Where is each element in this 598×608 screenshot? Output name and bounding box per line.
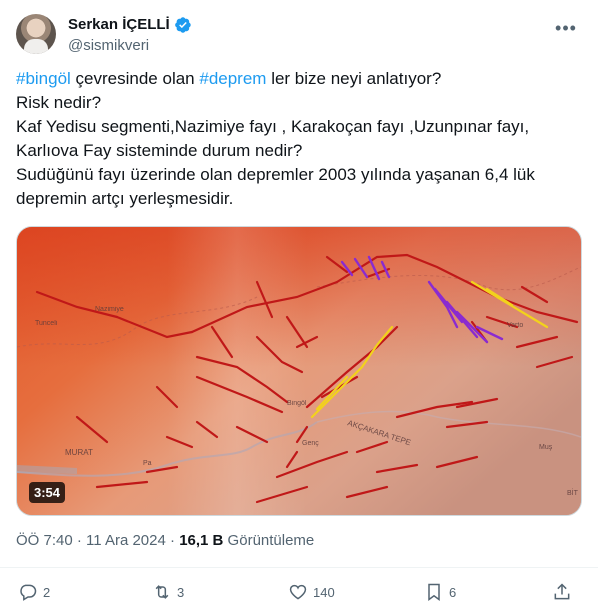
- tweet-text-line: Sudüğünü fayı üzerinde olan depremler 20…: [16, 163, 576, 187]
- like-count: 140: [313, 584, 335, 600]
- author-name-line[interactable]: Serkan İÇELLİ: [68, 16, 192, 34]
- reply-count: 2: [43, 584, 51, 600]
- map-label: Muş: [539, 444, 553, 451]
- more-options-button[interactable]: •••: [552, 18, 580, 38]
- meta-separator: ·: [165, 532, 180, 549]
- avatar[interactable]: [16, 14, 56, 54]
- view-count: 16,1 B: [179, 532, 224, 549]
- tweet-text-segment: depremin artçı yerleşmesidir.: [16, 189, 234, 208]
- verified-badge-icon: [174, 17, 191, 33]
- divider: [0, 567, 598, 568]
- map-label: Pa: [143, 460, 152, 467]
- author-name[interactable]: Serkan İÇELLİ: [68, 16, 170, 34]
- repost-count: 3: [177, 584, 185, 600]
- bookmark-button[interactable]: 6: [424, 580, 456, 604]
- map-label: Tunceli: [35, 320, 58, 327]
- map-label: MURAT: [65, 448, 93, 457]
- tweet-text-segment: çevresinde olan: [70, 69, 200, 88]
- share-button[interactable]: [552, 580, 572, 604]
- tweet-text: #bingöl çevresinde olan #deprem ler bize…: [16, 67, 576, 211]
- map-label: Genç: [302, 440, 319, 447]
- share-icon: [554, 583, 570, 600]
- repost-icon: [155, 585, 169, 599]
- bookmark-icon: [428, 583, 440, 601]
- tweet-text-line: depremin artçı yerleşmesidir.: [16, 187, 576, 211]
- tweet-date[interactable]: 11 Ara 2024: [86, 532, 166, 549]
- tweet-text-line: Risk nedir?: [16, 91, 576, 115]
- tweet-text-segment: Kaf Yedisu segmenti,Nazimiye fayı , Kara…: [16, 117, 530, 136]
- heart-icon: [289, 584, 307, 600]
- tweet-text-segment: Sudüğünü fayı üzerinde olan depremler 20…: [16, 165, 535, 184]
- tweet-text-segment: ler bize neyi anlatıyor?: [266, 69, 442, 88]
- like-button[interactable]: 140: [288, 580, 335, 604]
- tweet-metadata: ÖÖ 7:40 · 11 Ara 2024 · 16,1 B Görüntüle…: [16, 532, 314, 550]
- reply-button[interactable]: 2: [18, 580, 50, 604]
- tweet-text-line: #bingöl çevresinde olan #deprem ler bize…: [16, 67, 576, 91]
- map-label: BİT: [567, 488, 579, 497]
- tweet-text-line: Karlıova Fay sisteminde durum nedir?: [16, 139, 576, 163]
- reply-icon: [20, 584, 37, 601]
- author-handle[interactable]: @sismikveri: [68, 37, 149, 55]
- meta-separator: ·: [72, 532, 87, 549]
- tweet-media-video[interactable]: Nazimiye Tunceli Varto Bingöl Genç AKÇAKARA T…: [16, 226, 582, 516]
- hashtag-link[interactable]: #deprem: [199, 69, 266, 88]
- map-label: Bingöl: [287, 400, 307, 407]
- map-label: Nazimiye: [95, 306, 124, 313]
- video-duration-badge: 3:54: [29, 482, 66, 503]
- map-label: Varto: [507, 322, 523, 329]
- repost-button[interactable]: 3: [152, 580, 184, 604]
- tweet-actions: 2 3 140 6: [16, 580, 582, 604]
- tweet-text-segment: Risk nedir?: [16, 93, 102, 112]
- tweet-text-line: Kaf Yedisu segmenti,Nazimiye fayı , Kara…: [16, 115, 576, 139]
- tweet-time[interactable]: ÖÖ 7:40: [16, 532, 73, 549]
- tweet-text-segment: Karlıova Fay sisteminde durum nedir?: [16, 141, 303, 160]
- tweet-header: Serkan İÇELLİ @sismikveri •••: [16, 12, 582, 56]
- screen-glare: [167, 227, 307, 515]
- more-dots-icon: •••: [555, 17, 577, 38]
- hashtag-link[interactable]: #bingöl: [16, 69, 71, 88]
- fault-map-image: NazimiyeTunceli VartoBingölGenç AKÇAKARA T…: [17, 227, 581, 515]
- view-count-label: Görüntüleme: [223, 532, 315, 549]
- bookmark-count: 6: [449, 584, 457, 600]
